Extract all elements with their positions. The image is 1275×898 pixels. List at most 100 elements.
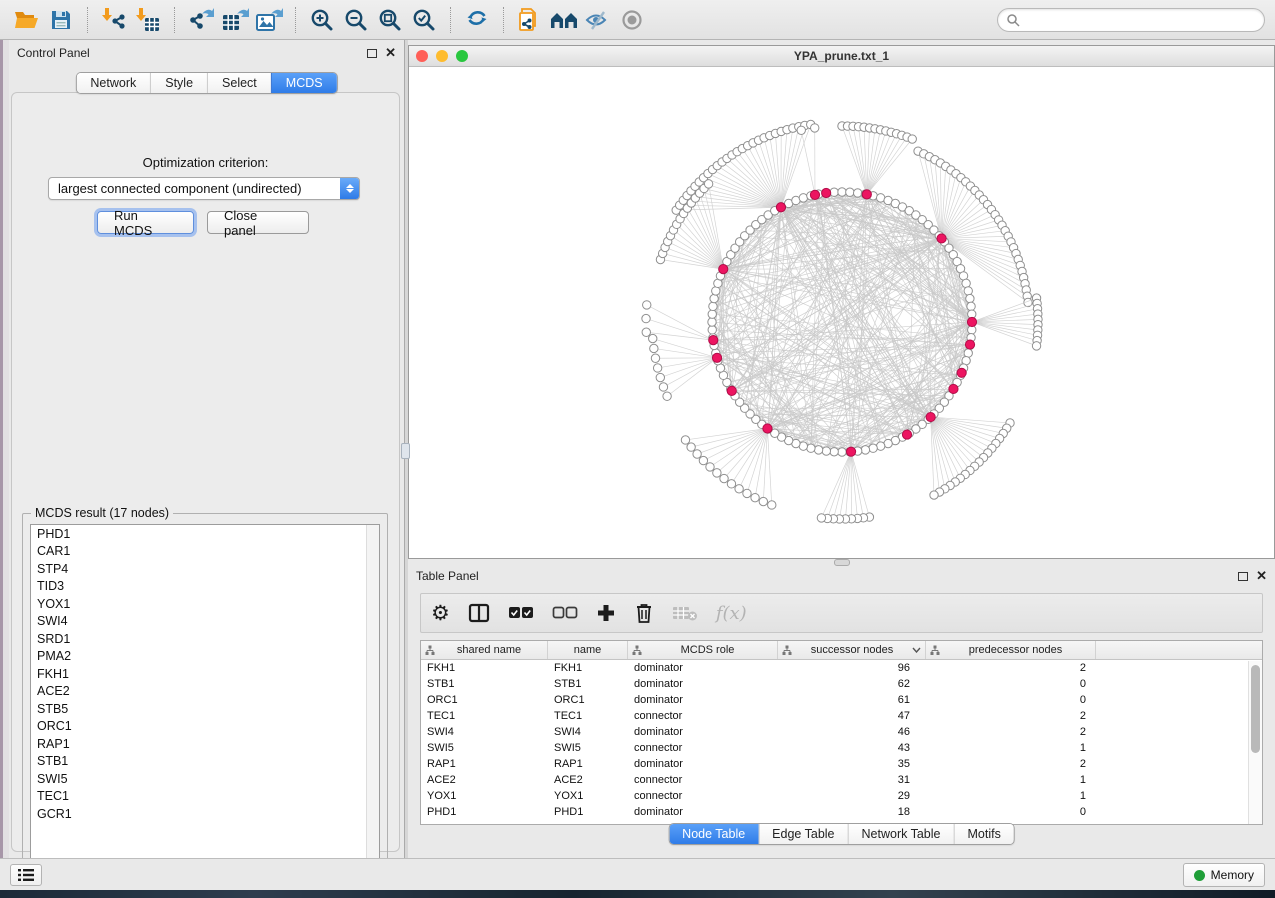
network-node[interactable]	[743, 489, 751, 497]
mcds-hub-node[interactable]	[967, 317, 976, 326]
table-cell[interactable]: connector	[628, 710, 778, 722]
tab-select[interactable]: Select	[207, 73, 271, 93]
table-cell[interactable]: 31	[778, 774, 926, 786]
table-cell[interactable]: TEC1	[421, 710, 548, 722]
table-cell[interactable]: dominator	[628, 726, 778, 738]
network-node[interactable]	[642, 314, 650, 322]
network-node[interactable]	[822, 447, 830, 455]
settings-gear-icon[interactable]: ⚙	[431, 599, 450, 627]
mcds-result-item[interactable]: SWI5	[31, 770, 379, 788]
mcds-result-item[interactable]: SWI4	[31, 613, 379, 631]
network-node[interactable]	[708, 310, 716, 318]
mcds-result-item[interactable]: PMA2	[31, 648, 379, 666]
table-cell[interactable]: ACE2	[548, 774, 628, 786]
table-cell[interactable]: STB1	[548, 678, 628, 690]
mcds-result-item[interactable]: TID3	[31, 578, 379, 596]
close-panel-icon[interactable]: ✕	[385, 48, 396, 58]
network-canvas[interactable]	[409, 67, 1274, 558]
network-node[interactable]	[908, 135, 916, 143]
table-row[interactable]: SWI4SWI4dominator462	[421, 724, 1262, 740]
network-node[interactable]	[846, 188, 854, 196]
column-header-successor-nodes[interactable]: successor nodes	[778, 641, 926, 659]
table-cell[interactable]: 1	[926, 790, 1096, 802]
table-cell[interactable]: 43	[778, 742, 926, 754]
close-panel-icon[interactable]: ✕	[1256, 571, 1267, 581]
network-node[interactable]	[642, 328, 650, 336]
table-cell[interactable]: dominator	[628, 678, 778, 690]
table-cell[interactable]: connector	[628, 774, 778, 786]
table-cell[interactable]: SWI5	[421, 742, 548, 754]
mcds-hub-node[interactable]	[810, 190, 819, 199]
table-cell[interactable]: STB1	[421, 678, 548, 690]
mcds-hub-node[interactable]	[712, 353, 721, 362]
table-row[interactable]: RAP1RAP1dominator352	[421, 756, 1262, 772]
table-cell[interactable]: 47	[778, 710, 926, 722]
criterion-dropdown[interactable]: largest connected component (undirected)	[48, 177, 360, 200]
network-node[interactable]	[663, 392, 671, 400]
network-node[interactable]	[659, 383, 667, 391]
table-cell[interactable]: 0	[926, 806, 1096, 818]
table-cell[interactable]: 96	[778, 662, 926, 674]
network-node[interactable]	[720, 474, 728, 482]
first-neighbors-icon[interactable]	[547, 5, 581, 35]
table-cell[interactable]: SWI5	[548, 742, 628, 754]
mcds-result-item[interactable]: PHD1	[31, 525, 379, 543]
mcds-result-item[interactable]: FKH1	[31, 665, 379, 683]
table-cell[interactable]: 62	[778, 678, 926, 690]
network-node[interactable]	[699, 456, 707, 464]
table-cell[interactable]: connector	[628, 742, 778, 754]
mcds-hub-node[interactable]	[822, 188, 831, 197]
network-node[interactable]	[709, 302, 717, 310]
export-network-icon[interactable]	[184, 5, 218, 35]
network-node[interactable]	[649, 334, 657, 342]
network-node[interactable]	[861, 446, 869, 454]
table-cell[interactable]: ORC1	[421, 694, 548, 706]
network-node[interactable]	[651, 354, 659, 362]
table-cell[interactable]: dominator	[628, 758, 778, 770]
table-cell[interactable]: ORC1	[548, 694, 628, 706]
mcds-result-item[interactable]: ACE2	[31, 683, 379, 701]
tab-edge-table[interactable]: Edge Table	[758, 824, 847, 844]
table-cell[interactable]: dominator	[628, 694, 778, 706]
table-row[interactable]: PHD1PHD1dominator180	[421, 804, 1262, 820]
network-node[interactable]	[814, 446, 822, 454]
export-table-icon[interactable]	[218, 5, 252, 35]
mcds-hub-node[interactable]	[965, 340, 974, 349]
mcds-result-item[interactable]: CAR1	[31, 543, 379, 561]
network-node[interactable]	[768, 501, 776, 509]
mcds-hub-node[interactable]	[937, 234, 946, 243]
memory-button[interactable]: Memory	[1183, 863, 1265, 887]
network-node[interactable]	[704, 180, 712, 188]
new-network-from-selection-icon[interactable]	[513, 5, 547, 35]
mcds-hub-node[interactable]	[776, 203, 785, 212]
mcds-hub-node[interactable]	[949, 384, 958, 393]
import-table-icon[interactable]	[131, 5, 165, 35]
show-all-icon[interactable]	[615, 5, 649, 35]
network-node[interactable]	[653, 364, 661, 372]
table-row[interactable]: FKH1FKH1dominator962	[421, 660, 1262, 676]
network-node[interactable]	[967, 302, 975, 310]
import-network-icon[interactable]	[97, 5, 131, 35]
mcds-result-item[interactable]: SRD1	[31, 630, 379, 648]
network-node[interactable]	[735, 485, 743, 493]
network-node[interactable]	[966, 294, 974, 302]
network-node[interactable]	[681, 436, 689, 444]
run-mcds-button[interactable]: Run MCDS	[97, 211, 194, 234]
zoom-in-icon[interactable]	[305, 5, 339, 35]
table-cell[interactable]: 35	[778, 758, 926, 770]
export-image-icon[interactable]	[252, 5, 286, 35]
float-panel-icon[interactable]	[367, 49, 377, 58]
zoom-fit-icon[interactable]	[373, 5, 407, 35]
tab-network[interactable]: Network	[76, 73, 150, 93]
mcds-result-list[interactable]: PHD1CAR1STP4TID3YOX1SWI4SRD1PMA2FKH1ACE2…	[30, 524, 380, 873]
result-list-scrollbar[interactable]	[366, 525, 379, 872]
mcds-result-item[interactable]: STP4	[31, 560, 379, 578]
hide-selection-icon[interactable]	[581, 5, 615, 35]
column-header-predecessor-nodes[interactable]: predecessor nodes	[926, 641, 1096, 659]
network-node[interactable]	[727, 480, 735, 488]
network-node[interactable]	[693, 450, 701, 458]
mcds-hub-node[interactable]	[862, 190, 871, 199]
network-node[interactable]	[708, 318, 716, 326]
mcds-result-item[interactable]: GCR1	[31, 805, 379, 823]
table-row[interactable]: STB1STB1dominator620	[421, 676, 1262, 692]
